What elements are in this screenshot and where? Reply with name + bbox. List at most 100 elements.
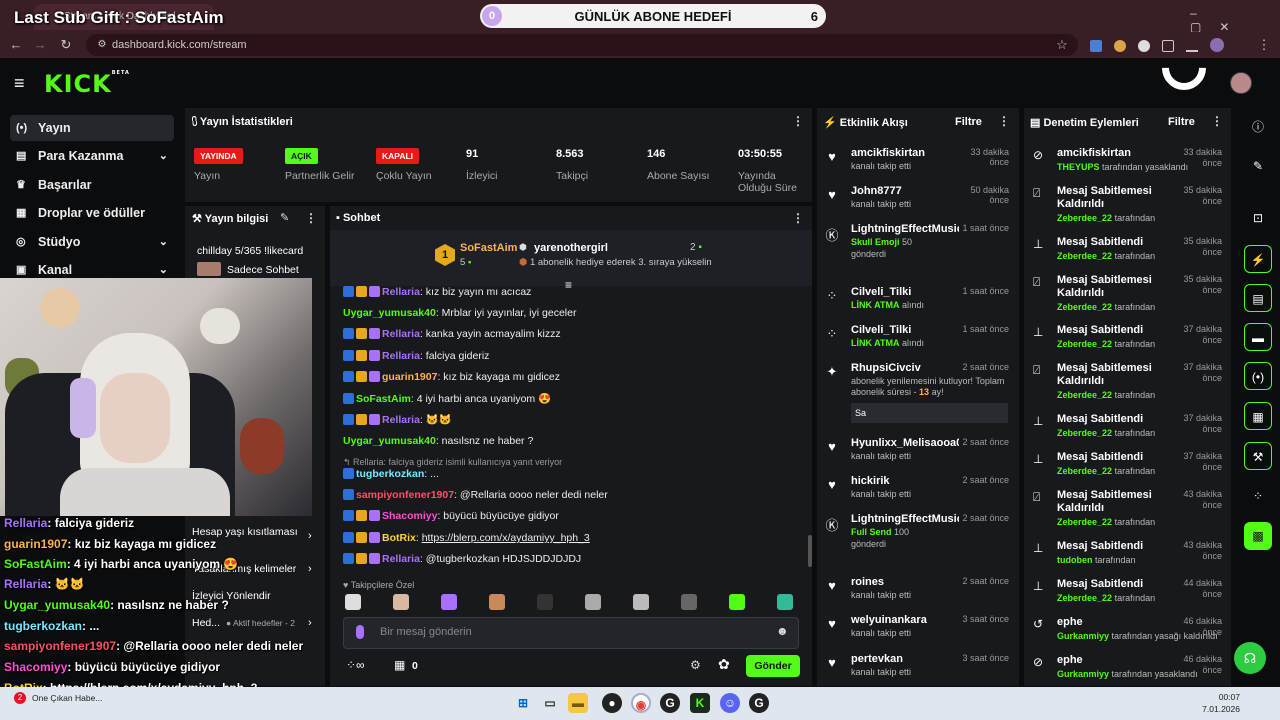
app-icon[interactable]: G [749, 693, 769, 713]
activity-item[interactable]: ♥ welyuinankara kanalı takip etti 3 saat ön… [828, 614, 1009, 639]
activity-user[interactable]: welyuinankara [851, 614, 959, 626]
activity-user[interactable]: Cilveli_Tilki [851, 324, 959, 336]
activity-item[interactable]: Ⓚ LightningEffectMusic Skull Emoji 50 gönde… [825, 223, 1009, 259]
layout-icon[interactable]: ▦ [1244, 402, 1272, 430]
leader-name[interactable]: yarenothergirl [534, 242, 608, 254]
chat-settings-icon[interactable]: ⚙ [690, 658, 701, 672]
chat-username[interactable]: Rellaria [382, 286, 420, 298]
activity-item[interactable]: ♥ hickirik kanalı takip etti 2 saat önce [828, 475, 1009, 500]
window-controls[interactable]: –▢✕ [1190, 6, 1270, 34]
chat-message[interactable]: Shacomiyy: büyücü büyücüye gidiyor [343, 510, 559, 522]
translate-icon[interactable] [1090, 40, 1102, 52]
chat-message[interactable]: guarin1907: kız biz kayaga mı gidicez [343, 371, 560, 383]
chat-text[interactable]: https://blerp.com/x/aydamiyy_hph_3 [422, 532, 590, 544]
moderation-filter-button[interactable]: Filtre [1168, 116, 1195, 128]
extension-icon[interactable] [1114, 40, 1126, 52]
chat-username[interactable]: Rellaria [382, 328, 420, 340]
chat-scrollbar[interactable] [808, 535, 812, 567]
emote[interactable] [345, 594, 361, 610]
chat-username[interactable]: Rellaria [382, 350, 420, 362]
chat-username[interactable]: tugberkozkan [356, 468, 424, 480]
info-icon[interactable]: ⓘ [1244, 113, 1272, 141]
moderation-menu-icon[interactable]: ⋮ [1211, 114, 1223, 128]
extension-icon[interactable] [1138, 40, 1150, 52]
store-icon[interactable]: ▦ [394, 658, 405, 672]
emote[interactable] [393, 594, 409, 610]
start-icon[interactable]: ⊞ [513, 693, 533, 713]
activity-user[interactable]: Hyunlixx_Melisaooa00 [851, 437, 959, 449]
chat-username[interactable]: Uygar_yumusak40 [343, 307, 436, 319]
activity-item[interactable]: ♥ roines kanalı takip etti 2 saat önce [828, 576, 1009, 601]
chat-menu-icon[interactable]: ⋮ [792, 211, 804, 225]
chat-username[interactable]: guarin1907 [382, 371, 437, 383]
activity-item[interactable]: ⁘ Cilveli_Tilki LİNK ATMA alındı 1 saat önc… [827, 286, 1009, 310]
chat-message[interactable]: BotRix: https://blerp.com/x/aydamiyy_hph… [343, 532, 590, 544]
activity-user[interactable]: LightningEffectMusic [851, 513, 959, 525]
activity-item[interactable]: ♥ Hyunlixx_Melisaooa00 kanalı takip etti 2 … [828, 437, 1009, 462]
task-view-icon[interactable]: ▭ [540, 693, 560, 713]
chat-message[interactable]: sampiyonfener1907: @Rellaria oooo neler … [343, 489, 608, 501]
browser-menu-icon[interactable]: ⋮ [1254, 34, 1274, 56]
activity-item[interactable]: ♥ amcikfiskirtan kanalı takip etti 33 dakik… [828, 147, 1009, 172]
activity-filter-button[interactable]: Filtre [955, 116, 982, 128]
bookmark-star-icon[interactable]: ☆ [1052, 34, 1072, 56]
category-name[interactable]: Sadece Sohbet [227, 264, 299, 276]
notes-icon[interactable]: ▤ [1244, 284, 1272, 312]
kick-app-icon[interactable]: K [690, 693, 710, 713]
wrench-icon[interactable]: ⚒ [1244, 442, 1272, 470]
extension-icon[interactable]: ▩ [1244, 522, 1272, 550]
activity-user[interactable]: LightningEffectMusic [851, 223, 959, 235]
emote[interactable] [585, 594, 601, 610]
points-icon[interactable]: ⁘ [1244, 482, 1272, 510]
back-icon[interactable]: ← [6, 34, 26, 56]
sidebar-item-droplar[interactable]: ▦ Droplar ve ödüller [10, 200, 174, 226]
chat-message[interactable]: Rellaria: falciya gideriz [343, 350, 489, 362]
chat-bubble-icon[interactable]: ▬ [1244, 323, 1272, 351]
app-icon[interactable]: G [660, 693, 680, 713]
chat-message[interactable]: tugberkozkan: ... [343, 468, 439, 480]
support-headset-icon[interactable]: ☊ [1234, 642, 1266, 674]
channel-points-icon[interactable]: ⁘∞ [346, 658, 365, 672]
activity-item[interactable]: ♥ John8777 kanalı takip etti 50 dakika önce [828, 185, 1009, 210]
reload-icon[interactable]: ↻ [56, 34, 76, 56]
emote[interactable] [729, 594, 745, 610]
url-input[interactable]: dashboard.kick.com/stream [86, 34, 1078, 56]
kick-logo[interactable]: KICKBETA [44, 70, 130, 98]
emoji-icon[interactable]: ☻ [776, 624, 789, 638]
sidebar-item-para-kazanma[interactable]: ▤ Para Kazanma ⌄ [10, 143, 174, 169]
chat-message[interactable]: Rellaria: kız biz yayın mı acıcaz [343, 286, 531, 298]
stream-info-menu-icon[interactable]: ⋮ [305, 211, 317, 225]
activity-item[interactable]: ♥ pertevkan kanalı takip etti 3 saat önce [828, 653, 1009, 678]
extensions-toolbar[interactable] [1090, 38, 1240, 52]
avatar[interactable] [1230, 72, 1252, 94]
pencil-icon[interactable]: ✎ [1244, 152, 1272, 180]
activity-item[interactable]: ⁘ Cilveli_Tilki LİNK ATMA alındı 1 saat önc… [827, 324, 1009, 348]
broadcast-icon[interactable]: (•) [1244, 362, 1272, 390]
bolt-icon[interactable]: ⚡ [1244, 245, 1272, 273]
camera-icon[interactable]: ⊡ [1244, 204, 1272, 232]
profile-icon[interactable] [1210, 38, 1224, 52]
chat-message[interactable]: Uygar_yumusak40: nasılsnz ne haber ? [343, 435, 533, 447]
chat-message[interactable]: Rellaria: kanka yayin acmayalim kizzz [343, 328, 561, 340]
chat-message[interactable]: SoFastAim: 4 iyi harbi anca uyaniyom 😍 [343, 392, 551, 405]
activity-user[interactable]: amcikfiskirtan [851, 147, 959, 159]
chat-username[interactable]: Rellaria [382, 553, 420, 565]
activity-user[interactable]: hickirik [851, 475, 959, 487]
emote[interactable] [489, 594, 505, 610]
chat-username[interactable]: Rellaria [382, 414, 420, 426]
send-button[interactable]: Gönder [746, 655, 800, 677]
chrome-icon[interactable]: ◉ [631, 693, 651, 713]
obs-icon[interactable]: ● [602, 693, 622, 713]
discord-icon[interactable]: ☺ [720, 693, 740, 713]
leader-name[interactable]: SoFastAim [460, 242, 517, 254]
activity-menu-icon[interactable]: ⋮ [998, 114, 1010, 128]
chat-message[interactable]: Uygar_yumusak40: Mrblar iyi yayınlar, iy… [343, 307, 576, 319]
activity-item[interactable]: Ⓚ LightningEffectMusic Full Send 100 gönder… [825, 513, 1009, 549]
hamburger-menu-icon[interactable]: ≡ [14, 74, 25, 92]
sidebar-item-basarilar[interactable]: ♛ Başarılar [10, 172, 174, 198]
news-widget[interactable]: One Çıkan Habe... [32, 693, 102, 703]
activity-item[interactable]: ✦ RhupsiCivciv abonelik yenilemesini kutlu… [827, 362, 1009, 423]
sidebar-item-studyo[interactable]: ◎ Stüdyo ⌄ [10, 229, 174, 255]
file-explorer-icon[interactable]: ▬ [568, 693, 588, 713]
chat-username[interactable]: Uygar_yumusak40 [343, 435, 436, 447]
